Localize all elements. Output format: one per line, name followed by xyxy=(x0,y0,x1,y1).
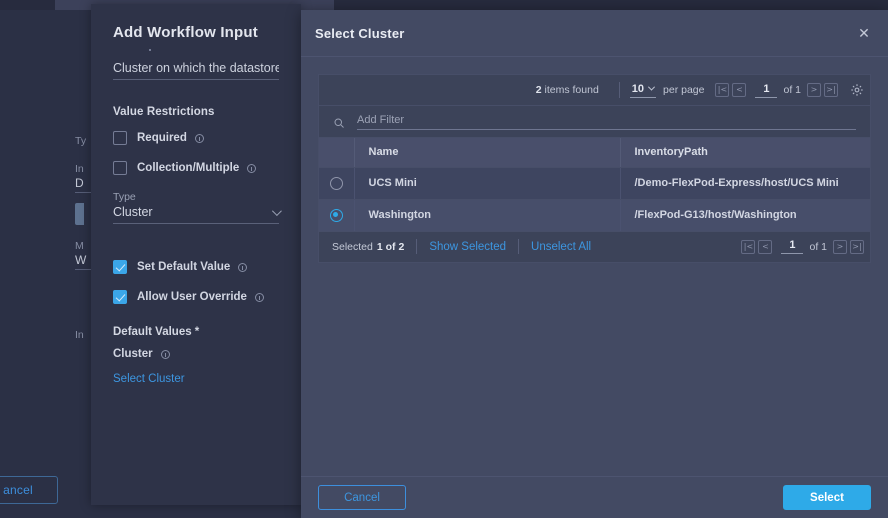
value-restrictions-title: Value Restrictions xyxy=(113,106,279,118)
footer-divider xyxy=(416,239,417,254)
column-header-name[interactable]: Name xyxy=(354,138,620,167)
modal-title: Select Cluster xyxy=(315,26,854,41)
modal-body: 2 items found 10 per page |< < 1 of 1 > … xyxy=(301,57,888,476)
type-select-value: Cluster xyxy=(113,205,153,219)
gear-icon[interactable] xyxy=(850,83,864,97)
footer-page-number-input[interactable]: 1 xyxy=(781,239,803,254)
table-body: UCS Mini /Demo-FlexPod-Express/host/UCS … xyxy=(319,167,870,231)
row-radio-selected[interactable] xyxy=(330,209,343,222)
set-default-value-label: Set Default Value xyxy=(137,261,230,273)
toolbar-divider xyxy=(619,82,620,98)
allow-user-override-label: Allow User Override xyxy=(137,291,247,303)
collection-multiple-label: Collection/Multiple xyxy=(137,162,239,174)
footer-divider xyxy=(518,239,519,254)
close-icon[interactable]: ✕ xyxy=(854,23,874,43)
last-page-icon[interactable]: >| xyxy=(824,83,838,97)
table-head: Name InventoryPath xyxy=(319,138,870,167)
page-number-input[interactable]: 1 xyxy=(755,83,777,98)
required-checkbox[interactable] xyxy=(113,131,127,145)
background-topbar-left xyxy=(0,0,55,10)
selected-count: 1 of 2 xyxy=(377,241,404,253)
cell-name: Washington xyxy=(354,199,620,231)
required-label: Required xyxy=(137,132,187,144)
footer-next-page-icon[interactable]: > xyxy=(833,240,847,254)
prev-page-icon[interactable]: < xyxy=(732,83,746,97)
description-field-wrap: Cluster on which the datastore will xyxy=(113,61,279,80)
table-row[interactable]: Washington /FlexPod-G13/host/Washington xyxy=(319,199,870,231)
footer-last-page-icon[interactable]: >| xyxy=(850,240,864,254)
cluster-table: Name InventoryPath UCS Mini /Demo-FlexPo… xyxy=(319,138,870,232)
unselect-all-link[interactable]: Unselect All xyxy=(531,241,591,253)
page-of-label: of 1 xyxy=(783,84,801,96)
select-cluster-link[interactable]: Select Cluster xyxy=(113,373,279,385)
checkbox-row-allow-user-override[interactable]: Allow User Override xyxy=(113,290,279,304)
default-value-cluster-label: Cluster xyxy=(113,348,153,360)
grid-toolbar: 2 items found 10 per page |< < 1 of 1 > … xyxy=(319,75,870,106)
info-icon[interactable] xyxy=(161,350,170,359)
first-page-icon[interactable]: |< xyxy=(715,83,729,97)
column-header-inventorypath[interactable]: InventoryPath xyxy=(620,138,870,167)
grid-filter-row: Add Filter xyxy=(319,106,870,138)
items-found-label: items found xyxy=(545,84,599,96)
select-cluster-modal: Select Cluster ✕ 2 items found 10 per pa… xyxy=(301,10,888,518)
type-label: Type xyxy=(113,191,279,203)
checkbox-row-required[interactable]: Required xyxy=(113,131,279,145)
select-column-header xyxy=(319,138,354,167)
type-select[interactable]: Cluster xyxy=(113,205,279,224)
info-icon[interactable] xyxy=(195,134,204,143)
row-select-cell[interactable] xyxy=(319,167,354,199)
cursor-dot xyxy=(149,49,151,51)
screen: Ty In D M W In ancel Add Workflow Input … xyxy=(0,0,888,518)
type-field: Type Cluster xyxy=(113,191,279,224)
checkbox-row-set-default-value[interactable]: Set Default Value xyxy=(113,260,279,274)
page-size-value: 10 xyxy=(632,83,644,95)
modal-header: Select Cluster ✕ xyxy=(301,10,888,57)
background-highlight-chip xyxy=(75,203,84,225)
cancel-button[interactable]: Cancel xyxy=(318,485,406,510)
per-page-label: per page xyxy=(663,84,704,96)
footer-page-of-label: of 1 xyxy=(809,241,827,253)
select-button[interactable]: Select xyxy=(783,485,871,510)
info-icon[interactable] xyxy=(238,263,247,272)
drawer-title: Add Workflow Input xyxy=(113,24,279,41)
search-icon xyxy=(333,116,345,128)
show-selected-link[interactable]: Show Selected xyxy=(429,241,506,253)
page-size-select[interactable]: 10 xyxy=(630,83,656,98)
background-cancel-button[interactable]: ancel xyxy=(0,476,58,504)
cell-inventorypath: /FlexPod-G13/host/Washington xyxy=(620,199,870,231)
row-select-cell[interactable] xyxy=(319,199,354,231)
cell-inventorypath: /Demo-FlexPod-Express/host/UCS Mini xyxy=(620,167,870,199)
chevron-down-icon xyxy=(648,84,655,91)
background-topbar-right xyxy=(334,0,888,10)
modal-footer: Cancel Select xyxy=(301,476,888,518)
default-value-cluster-row: Cluster xyxy=(113,348,279,360)
table-header-row: Name InventoryPath xyxy=(319,138,870,167)
checkbox-row-collection[interactable]: Collection/Multiple xyxy=(113,161,279,175)
add-workflow-input-drawer: Add Workflow Input Cluster on which the … xyxy=(91,4,301,505)
next-page-icon[interactable]: > xyxy=(807,83,821,97)
table-row[interactable]: UCS Mini /Demo-FlexPod-Express/host/UCS … xyxy=(319,167,870,199)
items-found-count: 2 xyxy=(536,84,542,96)
default-values-title: Default Values * xyxy=(113,326,279,338)
selected-prefix: Selected xyxy=(332,241,373,253)
filter-input[interactable]: Add Filter xyxy=(357,114,856,130)
info-icon[interactable] xyxy=(247,164,256,173)
row-radio-unselected[interactable] xyxy=(330,177,343,190)
allow-user-override-checkbox[interactable] xyxy=(113,290,127,304)
cluster-grid: 2 items found 10 per page |< < 1 of 1 > … xyxy=(318,74,871,263)
description-input[interactable]: Cluster on which the datastore will xyxy=(113,61,279,80)
grid-footer: Selected 1 of 2 Show Selected Unselect A… xyxy=(319,232,870,262)
footer-first-page-icon[interactable]: |< xyxy=(741,240,755,254)
collection-multiple-checkbox[interactable] xyxy=(113,161,127,175)
footer-prev-page-icon[interactable]: < xyxy=(758,240,772,254)
info-icon[interactable] xyxy=(255,293,264,302)
items-found-text: 2 items found xyxy=(536,84,599,96)
chevron-down-icon xyxy=(272,206,282,216)
set-default-value-checkbox[interactable] xyxy=(113,260,127,274)
cell-name: UCS Mini xyxy=(354,167,620,199)
